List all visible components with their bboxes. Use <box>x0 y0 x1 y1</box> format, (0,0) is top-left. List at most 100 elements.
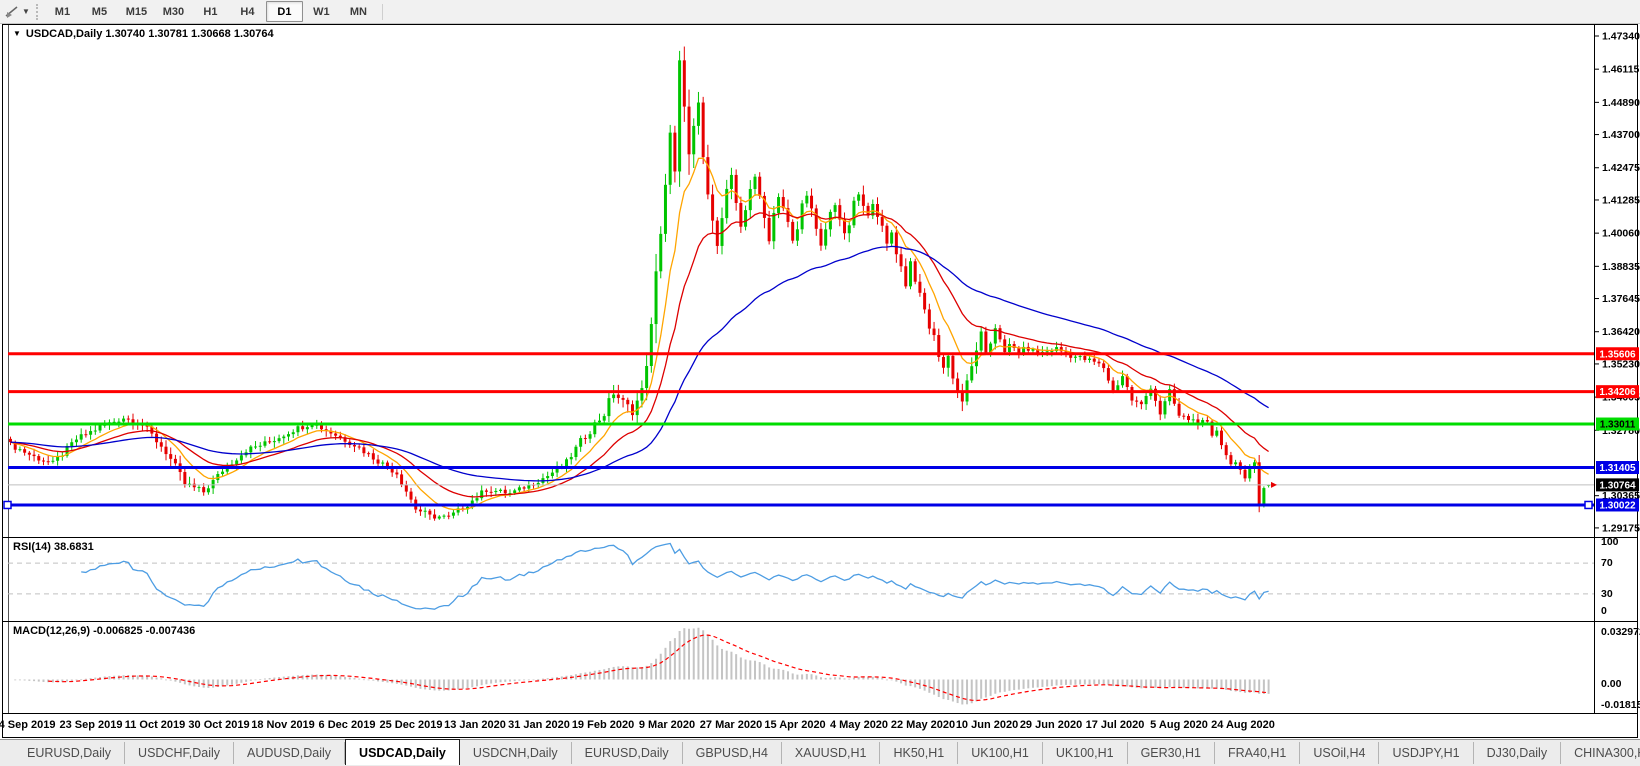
top-toolbar: ▼ M1 M5 M15 M30 H1 H4 D1 W1 MN <box>0 0 1640 24</box>
macd-bar <box>1013 679 1016 691</box>
macd-bar <box>94 677 97 680</box>
timeframe-button-MN[interactable]: MN <box>340 1 377 22</box>
toolbar-separator <box>381 3 383 20</box>
macd-bar <box>122 675 125 680</box>
macd-bar <box>1220 679 1223 690</box>
macd-bar <box>650 663 653 680</box>
chart-tab-CHINA300-H1[interactable]: CHINA300,H1 <box>1561 742 1640 764</box>
macd-bar <box>504 679 507 682</box>
macd-bar <box>603 669 606 680</box>
chart-tab-UK100-H1[interactable]: UK100,H1 <box>1043 742 1128 764</box>
macd-bar <box>70 679 73 681</box>
chart-tab-USDJPY-H1[interactable]: USDJPY,H1 <box>1379 742 1474 764</box>
macd-bar <box>1060 679 1063 686</box>
timeframe-button-M1[interactable]: M1 <box>44 1 81 22</box>
macd-bar <box>372 679 375 681</box>
macd-bar <box>622 666 625 680</box>
macd-bar <box>537 679 540 680</box>
price-tick-label: 1.44890 <box>1602 97 1640 109</box>
chart-tab-USOil-H4[interactable]: USOil,H4 <box>1300 742 1380 764</box>
macd-bar <box>89 678 92 680</box>
date-label: 17 Jul 2020 <box>1085 719 1145 731</box>
macd-bar <box>490 679 493 684</box>
macd-bar <box>730 651 733 680</box>
macd-bar <box>749 660 752 680</box>
chevron-down-icon[interactable]: ▼ <box>22 7 30 16</box>
macd-bar <box>697 627 700 680</box>
macd-bar <box>461 679 464 689</box>
chart-tab-HK50-H1[interactable]: HK50,H1 <box>880 742 959 764</box>
timeframe-button-M15[interactable]: M15 <box>118 1 155 22</box>
macd-bar <box>1027 679 1030 689</box>
chart-tab-EURUSD-Daily[interactable]: EURUSD,Daily <box>572 742 683 764</box>
macd-bar <box>593 670 596 680</box>
macd-bar <box>1050 679 1053 687</box>
date-label: 4 Sep 2019 <box>0 719 56 731</box>
price-tick-label: 1.42475 <box>1602 162 1640 174</box>
chart-tab-UK100-H1[interactable]: UK100,H1 <box>958 742 1043 764</box>
macd-bar <box>339 676 342 680</box>
macd-bar <box>824 677 827 680</box>
macd-bar <box>852 677 855 680</box>
macd-bar <box>791 673 794 680</box>
macd-bar <box>975 679 978 702</box>
chart-tab-DJ30-Daily[interactable]: DJ30,Daily <box>1474 742 1562 764</box>
timeframe-button-M30[interactable]: M30 <box>155 1 192 22</box>
macd-bar <box>499 679 502 683</box>
macd-bar <box>438 679 441 691</box>
macd-bar <box>1201 679 1204 689</box>
macd-bar <box>735 654 738 680</box>
macd-bar <box>815 675 818 680</box>
macd-bar <box>1093 679 1096 685</box>
timeframe-button-H1[interactable]: H1 <box>192 1 229 22</box>
chart-plot-area[interactable] <box>9 25 1594 536</box>
macd-bar <box>848 678 851 680</box>
macd-bar <box>428 679 431 690</box>
chart-menu-dropdown-icon[interactable]: ▼ <box>13 29 21 38</box>
chart-tab-GER30-H1[interactable]: GER30,H1 <box>1128 742 1216 764</box>
chart-tab-GBPUSD-H4[interactable]: GBPUSD,H4 <box>683 742 782 764</box>
chart-tab-USDCNH-Daily[interactable]: USDCNH,Daily <box>460 742 572 764</box>
macd-bar <box>164 679 167 681</box>
macd-bar <box>758 662 761 680</box>
macd-bar <box>711 639 714 680</box>
macd-bar <box>725 650 728 680</box>
chart-tab-FRA40-H1[interactable]: FRA40,H1 <box>1215 742 1301 764</box>
price-badge-label: 1.35606 <box>1599 349 1636 360</box>
macd-bar <box>348 677 351 680</box>
chart-tab-USDCHF-Daily[interactable]: USDCHF,Daily <box>125 742 234 764</box>
chart-title-symbol: USDCAD,Daily <box>25 28 103 40</box>
timeframe-button-H4[interactable]: H4 <box>229 1 266 22</box>
macd-bar <box>452 679 455 691</box>
chart-tab-AUDUSD-Daily[interactable]: AUDUSD,Daily <box>234 742 346 764</box>
macd-bar <box>1022 679 1025 689</box>
timeframe-button-M5[interactable]: M5 <box>81 1 118 22</box>
macd-bar <box>532 679 535 681</box>
macd-bar <box>895 679 898 682</box>
date-axis[interactable]: 4 Sep 2019 23 Sep 2019 11 Oct 2019 30 Oct 2… <box>0 716 1640 737</box>
chart-canvas[interactable]: 1.47340 1.46115 1.44890 1.43700 1.42475 1.412… <box>0 0 1640 765</box>
macd-bar <box>42 679 45 682</box>
chart-tab-XAUUSD-H1[interactable]: XAUUSD,H1 <box>782 742 881 764</box>
chart-tab-EURUSD-Daily[interactable]: EURUSD,Daily <box>14 742 126 764</box>
macd-bar <box>344 676 347 680</box>
macd-bar <box>28 679 31 681</box>
macd-bar <box>84 678 87 680</box>
timeframe-button-D1[interactable]: D1 <box>265 1 303 22</box>
chart-tab-USDCAD-Daily[interactable]: USDCAD,Daily <box>345 739 460 765</box>
macd-bar <box>1215 679 1218 689</box>
macd-bar <box>14 679 17 681</box>
price-tick-label: 1.40060 <box>1602 228 1640 240</box>
macd-bar <box>1211 679 1214 689</box>
timeframe-button-W1[interactable]: W1 <box>303 1 340 22</box>
macd-bar <box>763 664 766 680</box>
line-studies-cursor-icon[interactable] <box>3 3 21 21</box>
date-label: 5 Aug 2020 <box>1150 719 1208 731</box>
chart-title-ohlc: 1.30740 1.30781 1.30668 1.30764 <box>105 28 274 40</box>
macd-bar <box>400 679 403 685</box>
macd-bar <box>1187 679 1190 689</box>
macd-bar <box>457 679 460 690</box>
macd-bar <box>994 679 997 694</box>
macd-bar <box>235 679 238 684</box>
macd-bar <box>367 679 370 681</box>
